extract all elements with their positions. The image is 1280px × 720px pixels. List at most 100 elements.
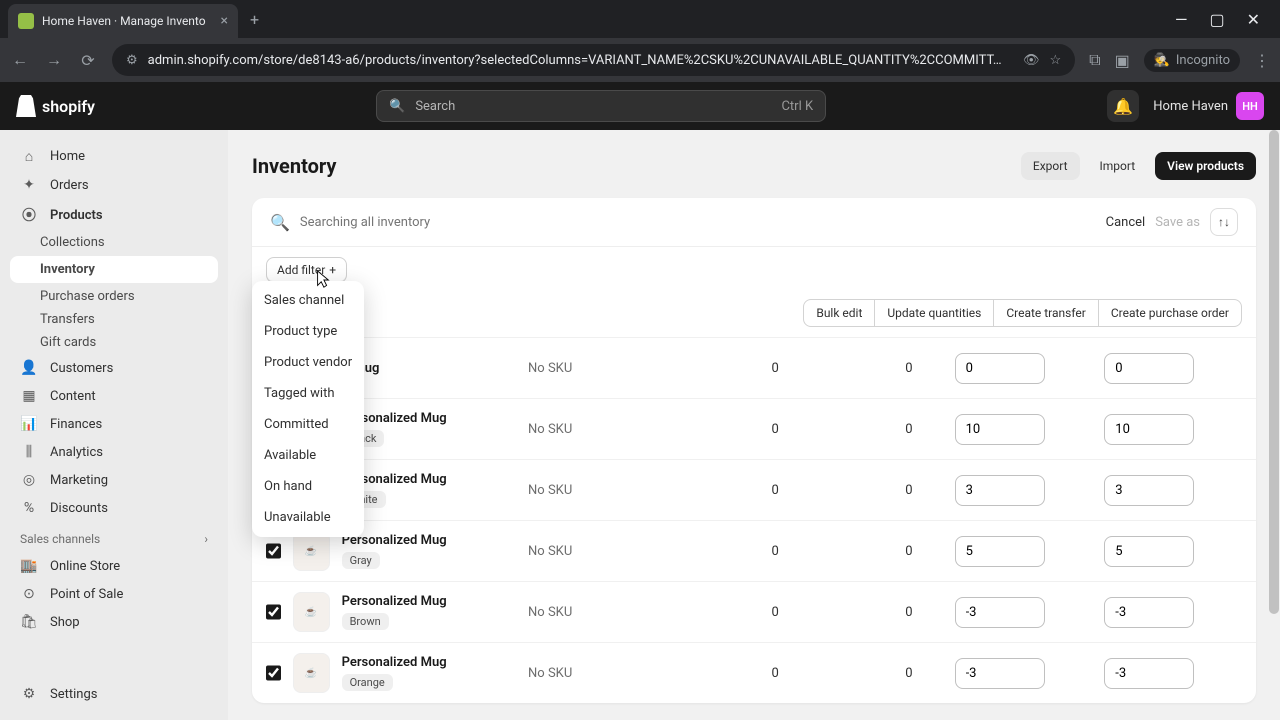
close-tab-icon[interactable]: × (221, 13, 228, 29)
product-name[interactable]: Personalized Mug (342, 594, 516, 609)
nav-home[interactable]: ⌂Home (10, 142, 218, 171)
available-input[interactable] (955, 658, 1045, 689)
unavailable-cell: 0 (687, 666, 809, 681)
bookmark-icon[interactable]: ☆ (1049, 53, 1061, 68)
sort-button[interactable]: ↑↓ (1210, 208, 1238, 236)
nav-label: Analytics (50, 445, 103, 460)
available-input[interactable] (955, 597, 1045, 628)
row-checkbox[interactable] (266, 543, 281, 559)
view-products-button[interactable]: View products (1155, 152, 1256, 180)
filter-tagged-with[interactable]: Tagged with (252, 378, 364, 409)
channels-header[interactable]: Sales channels› (10, 522, 218, 552)
marketing-icon: ◎ (20, 472, 38, 488)
product-name[interactable]: A mug (342, 361, 516, 376)
bulk-edit-button[interactable]: Bulk edit (803, 299, 875, 327)
nav-collections[interactable]: Collections (10, 231, 218, 254)
filter-on-hand[interactable]: On hand (252, 471, 364, 502)
filter-committed[interactable]: Committed (252, 409, 364, 440)
back-icon[interactable]: ← (10, 50, 30, 70)
import-button[interactable]: Import (1088, 152, 1148, 180)
customers-icon: 👤 (20, 360, 38, 376)
available-input[interactable] (955, 475, 1045, 506)
nav-marketing[interactable]: ◎ Marketing (10, 466, 218, 494)
filter-product-type[interactable]: Product type (252, 316, 364, 347)
available-input[interactable] (955, 353, 1045, 384)
scrollbar-thumb[interactable] (1269, 130, 1279, 614)
menu-icon[interactable]: ⋮ (1254, 51, 1270, 70)
cancel-button[interactable]: Cancel (1106, 215, 1146, 230)
scrollbar[interactable] (1268, 130, 1280, 720)
nav-purchase-orders[interactable]: Purchase orders (10, 285, 218, 308)
nav-label: Orders (50, 178, 89, 193)
nav-customers[interactable]: 👤 Customers (10, 354, 218, 382)
onhand-input[interactable] (1104, 353, 1194, 384)
nav-label: Customers (50, 361, 113, 376)
product-name[interactable]: Personalized Mug (342, 472, 516, 487)
forward-icon[interactable]: → (44, 50, 64, 70)
close-window-icon[interactable]: ✕ (1247, 10, 1260, 29)
onhand-input[interactable] (1104, 536, 1194, 567)
filter-product-vendor[interactable]: Product vendor (252, 347, 364, 378)
store-menu[interactable]: Home Haven HH (1153, 92, 1264, 120)
address-bar[interactable]: ⚙ admin.shopify.com/store/de8143-a6/prod… (112, 44, 1075, 76)
nav-shop[interactable]: 🛍Shop (10, 608, 218, 636)
nav-pos[interactable]: ⊙Point of Sale (10, 580, 218, 608)
save-as-button[interactable]: Save as (1155, 215, 1200, 230)
new-tab-button[interactable]: + (250, 10, 259, 29)
unavailable-cell: 0 (687, 544, 809, 559)
reload-icon[interactable]: ⟳ (78, 51, 98, 70)
maximize-icon[interactable]: ▢ (1209, 10, 1224, 29)
committed-cell: 0 (821, 544, 943, 559)
inventory-search-input[interactable] (300, 215, 1096, 230)
shopify-logo[interactable]: shopify (16, 95, 95, 117)
filter-sales-channel[interactable]: Sales channel (252, 285, 364, 316)
nav-label: Marketing (50, 473, 108, 488)
row-checkbox[interactable] (266, 604, 281, 620)
site-info-icon[interactable]: ⚙ (126, 53, 138, 68)
filter-unavailable[interactable]: Unavailable (252, 502, 364, 533)
available-input[interactable] (955, 414, 1045, 445)
nav-analytics[interactable]: ⫼Analytics (10, 438, 218, 466)
product-name[interactable]: Personalized Mug (342, 533, 516, 548)
create-purchase-order-button[interactable]: Create purchase order (1099, 299, 1242, 327)
incognito-chip[interactable]: 🕵 Incognito (1144, 49, 1240, 72)
add-filter-button[interactable]: Add filter + (266, 257, 347, 283)
discounts-icon: % (20, 500, 38, 516)
minimize-icon[interactable]: — (1175, 10, 1188, 29)
onhand-input[interactable] (1104, 658, 1194, 689)
nav-finances[interactable]: 📊Finances (10, 410, 218, 438)
nav-settings[interactable]: ⚙Settings (10, 680, 218, 708)
onhand-input[interactable] (1104, 475, 1194, 506)
row-checkbox[interactable] (266, 665, 281, 681)
global-search[interactable]: 🔍 Search Ctrl K (376, 90, 826, 122)
filter-available[interactable]: Available (252, 440, 364, 471)
nav-products[interactable]: ⦿Products (10, 199, 218, 231)
browser-tab[interactable]: Home Haven · Manage Invento × (8, 4, 238, 38)
eye-off-icon[interactable]: 👁 (1023, 53, 1040, 68)
panel-icon[interactable]: ▣ (1115, 51, 1130, 70)
available-input[interactable] (955, 536, 1045, 567)
product-name[interactable]: Personalized Mug (342, 655, 516, 670)
learn-more: Learn more about managing inventory (252, 703, 1256, 720)
nav-orders[interactable]: ✦Orders (10, 171, 218, 199)
export-button[interactable]: Export (1021, 152, 1080, 180)
nav-discounts[interactable]: %Discounts (10, 494, 218, 522)
onhand-input[interactable] (1104, 414, 1194, 445)
nav-gift-cards[interactable]: Gift cards (10, 331, 218, 354)
add-filter-label: Add filter (277, 263, 325, 277)
unavailable-cell: 0 (687, 483, 809, 498)
notifications-button[interactable]: 🔔 (1107, 90, 1139, 122)
tab-title: Home Haven · Manage Invento (42, 14, 213, 28)
create-transfer-button[interactable]: Create transfer (994, 299, 1099, 327)
onhand-input[interactable] (1104, 597, 1194, 628)
update-quantities-button[interactable]: Update quantities (875, 299, 994, 327)
nav-online-store[interactable]: 🏬Online Store (10, 552, 218, 580)
product-name[interactable]: Personalized Mug (342, 411, 516, 426)
nav-transfers[interactable]: Transfers (10, 308, 218, 331)
nav-inventory[interactable]: Inventory (10, 256, 218, 283)
committed-cell: 0 (821, 666, 943, 681)
nav-content[interactable]: ▦Content (10, 382, 218, 410)
sku-cell: No SKU (528, 361, 675, 376)
content-icon: ▦ (20, 388, 38, 404)
extensions-icon[interactable]: ⧉ (1089, 50, 1100, 70)
